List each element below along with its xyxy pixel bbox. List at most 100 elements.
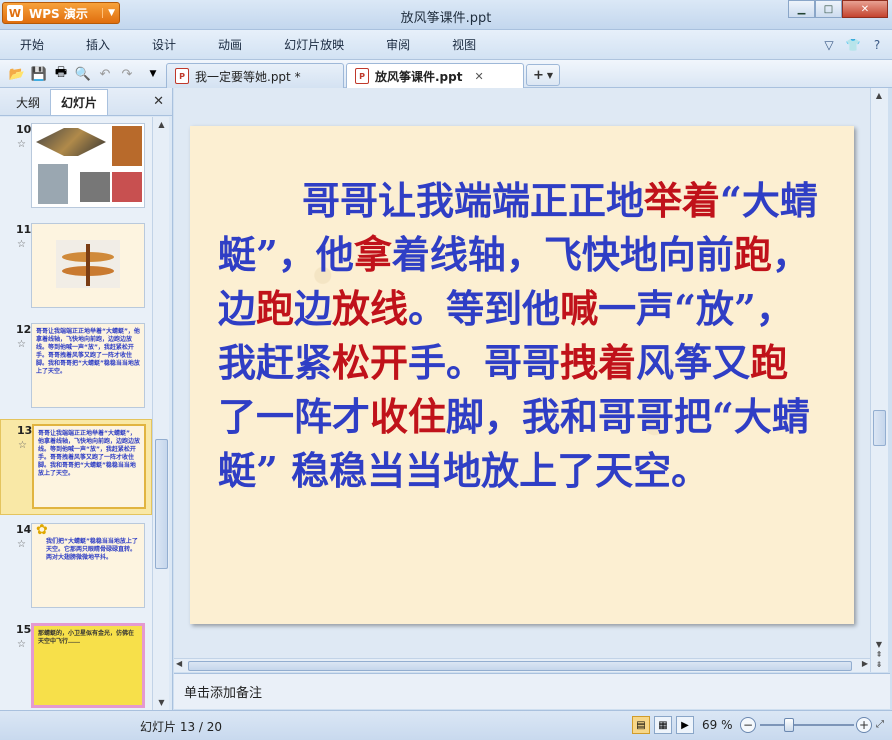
zoom-slider-track[interactable]: [760, 724, 854, 726]
slide-text-segment: 了一阵才: [218, 394, 371, 439]
slideshow-icon[interactable]: ▶: [676, 716, 694, 734]
zoom-level: 69 %: [702, 718, 733, 732]
page-nav-icons[interactable]: ▼ ⇞ ⇟: [871, 640, 887, 670]
menu-design[interactable]: 设计: [131, 36, 197, 53]
save-icon[interactable]: 💾: [30, 65, 48, 83]
doc-tab-1-label: 我一定要等她.ppt *: [195, 69, 301, 84]
flower-icon: ✿: [36, 523, 48, 538]
scroll-up-icon[interactable]: ▲: [871, 88, 887, 103]
close-panel-icon[interactable]: ✕: [153, 94, 164, 109]
slide-thumbnail[interactable]: 哥哥让我端端正正地举着“大蜻蜓”，他拿着线轴，飞快地向前跑，边跑边放线。等到他喊…: [32, 424, 146, 509]
menu-animation[interactable]: 动画: [197, 36, 263, 53]
slide-text-highlight: 收住: [370, 394, 447, 439]
undo-icon[interactable]: ↶: [96, 65, 114, 83]
slide-thumbnail[interactable]: 那蜻蜓的，小卫星似有金光，仿佛在天空中飞行……: [31, 623, 145, 708]
minimize-button[interactable]: ▁: [788, 0, 815, 18]
slide-thumb-row[interactable]: 11 ☆: [0, 223, 152, 313]
star-icon: ☆: [17, 539, 26, 550]
slide-text-highlight: 跑: [733, 232, 772, 277]
slide-thumb-row[interactable]: 12 ☆ 哥哥让我端端正正地举着“大蜻蜓”，他拿着线轴，飞快地向前跑，边跑边放线…: [0, 323, 152, 413]
star-icon: ☆: [17, 639, 26, 650]
slide-thumb-row[interactable]: 10 ☆: [0, 123, 152, 213]
view-buttons: ▤ ▦ ▶: [632, 716, 694, 734]
slide-vertical-scrollbar[interactable]: ▲ ▼ ⇞ ⇟: [870, 88, 888, 672]
kite-image: [38, 164, 68, 204]
panel-tabs: 大纲 幻灯片: [0, 88, 172, 116]
filter-icon[interactable]: ▽: [820, 36, 838, 54]
star-icon: ☆: [17, 139, 26, 150]
kite-image: [36, 128, 106, 156]
slide-thumbnail[interactable]: [31, 223, 145, 308]
menu-slideshow[interactable]: 幻灯片放映: [263, 36, 365, 53]
star-icon: ☆: [18, 440, 27, 451]
slide-text-highlight: 拿: [353, 232, 392, 277]
scroll-down-icon[interactable]: ▼: [153, 695, 170, 710]
slide-text-highlight: 举着: [644, 178, 721, 223]
scrollbar-thumb[interactable]: [155, 439, 168, 569]
zoom-slider-knob[interactable]: [784, 718, 794, 732]
doc-tab-1[interactable]: P 我一定要等她.ppt *: [166, 63, 344, 88]
slide-text-segment: 边: [294, 286, 333, 331]
zoom-out-button[interactable]: −: [740, 717, 756, 733]
print-preview-icon[interactable]: 🔍: [74, 65, 92, 83]
open-folder-icon[interactable]: 📂: [8, 65, 26, 83]
close-tab-icon[interactable]: ✕: [474, 70, 483, 83]
kite-image: [80, 172, 110, 202]
scroll-right-icon[interactable]: ▶: [862, 659, 868, 668]
menu-home[interactable]: 开始: [0, 36, 65, 53]
quick-toolbar: 📂 💾 🖶 🔍 ↶ ↷ ▼ P 我一定要等她.ppt * P 放风筝课件.ppt…: [0, 60, 892, 88]
skin-icon[interactable]: 👕: [844, 36, 862, 54]
help-icon[interactable]: ?: [868, 36, 886, 54]
customize-toolbar-icon[interactable]: ▼: [144, 65, 162, 83]
kite-image: [112, 126, 142, 166]
kite-image: [112, 172, 142, 202]
slide-editor: 哥哥让我端端正正地举着“大蜻蜓”，他拿着线轴，飞快地向前跑，边跑边放线。等到他喊…: [174, 88, 870, 660]
slide-number: 14: [16, 523, 32, 536]
slide-text-highlight: 跑: [256, 286, 295, 331]
menu-insert[interactable]: 插入: [65, 36, 131, 53]
notes-pane[interactable]: 单击添加备注: [174, 673, 890, 709]
status-bar: 幻灯片 13 / 20 ▤ ▦ ▶ 69 % − + ⤢: [0, 710, 892, 740]
slide-number: 10: [16, 123, 32, 136]
slide-text-highlight: 喊: [560, 286, 599, 331]
slide-thumbnail[interactable]: [31, 123, 145, 208]
normal-view-icon[interactable]: ▤: [632, 716, 650, 734]
slide-number: 13: [17, 424, 33, 437]
scroll-left-icon[interactable]: ◀: [176, 659, 182, 668]
slide-thumb-text: 哥哥让我端端正正地举着“大蜻蜓”，他拿着线轴，飞快地向前跑，边跑边放线。等到他喊…: [38, 430, 141, 477]
tab-outline[interactable]: 大纲: [6, 90, 50, 115]
slide-sorter-icon[interactable]: ▦: [654, 716, 672, 734]
zoom-in-button[interactable]: +: [856, 717, 872, 733]
maximize-button[interactable]: □: [815, 0, 842, 18]
close-window-button[interactable]: ✕: [842, 0, 888, 18]
scroll-up-icon[interactable]: ▲: [153, 117, 170, 132]
doc-tab-2-label: 放风筝课件.ppt: [375, 69, 463, 84]
redo-icon[interactable]: ↷: [118, 65, 136, 83]
window-controls: ▁ □ ✕: [788, 0, 888, 18]
slide-thumb-row-selected[interactable]: 13 ☆ 哥哥让我端端正正地举着“大蜻蜓”，他拿着线轴，飞快地向前跑，边跑边放线…: [0, 419, 152, 515]
menu-review[interactable]: 审阅: [365, 36, 431, 53]
current-slide[interactable]: 哥哥让我端端正正地举着“大蜻蜓”，他拿着线轴，飞快地向前跑，边跑边放线。等到他喊…: [190, 126, 854, 624]
slide-thumbnail[interactable]: ✿ 我们把“大蜻蜓”稳稳当当地放上了天空。它那两只眼睛骨碌碌直转。两对大翅膀微微…: [31, 523, 145, 608]
doc-tab-2[interactable]: P 放风筝课件.ppt ✕: [346, 63, 524, 88]
slide-number: 15: [16, 623, 32, 636]
menu-view[interactable]: 视图: [431, 36, 497, 53]
tab-slides[interactable]: 幻灯片: [50, 89, 109, 115]
slide-horizontal-scrollbar[interactable]: ◀ ▶: [174, 658, 870, 672]
scrollbar-thumb[interactable]: [188, 661, 852, 671]
slides-panel: 大纲 幻灯片 ✕ 10 ☆ 11 ☆ 12 ☆ 哥哥让我端端正正地举着“大蜻蜓”…: [0, 88, 173, 710]
scrollbar-thumb[interactable]: [873, 410, 886, 446]
fit-window-icon[interactable]: ⤢: [876, 719, 884, 730]
menu-bar: 开始 插入 设计 动画 幻灯片放映 审阅 视图 ▽ 👕 ?: [0, 30, 892, 60]
slide-thumb-row[interactable]: 14 ☆ ✿ 我们把“大蜻蜓”稳稳当当地放上了天空。它那两只眼睛骨碌碌直转。两对…: [0, 523, 152, 613]
thumbnail-scrollbar[interactable]: ▲ ▼: [152, 117, 169, 710]
print-icon[interactable]: 🖶: [52, 65, 70, 83]
slide-body-text[interactable]: 哥哥让我端端正正地举着“大蜻蜓”，他拿着线轴，飞快地向前跑，边跑边放线。等到他喊…: [218, 174, 826, 498]
slide-thumbnail[interactable]: 哥哥让我端端正正地举着“大蜻蜓”，他拿着线轴，飞快地向前跑，边跑边放线。等到他喊…: [31, 323, 145, 408]
notes-placeholder: 单击添加备注: [184, 686, 263, 701]
slide-text-segment: 手。哥哥: [408, 340, 561, 385]
star-icon: ☆: [17, 339, 26, 350]
slide-thumb-row[interactable]: 15 ☆ 那蜻蜓的，小卫星似有金光，仿佛在天空中飞行……: [0, 623, 152, 710]
new-tab-button[interactable]: + ▼: [526, 64, 560, 86]
slide-text-highlight: 跑: [750, 340, 789, 385]
